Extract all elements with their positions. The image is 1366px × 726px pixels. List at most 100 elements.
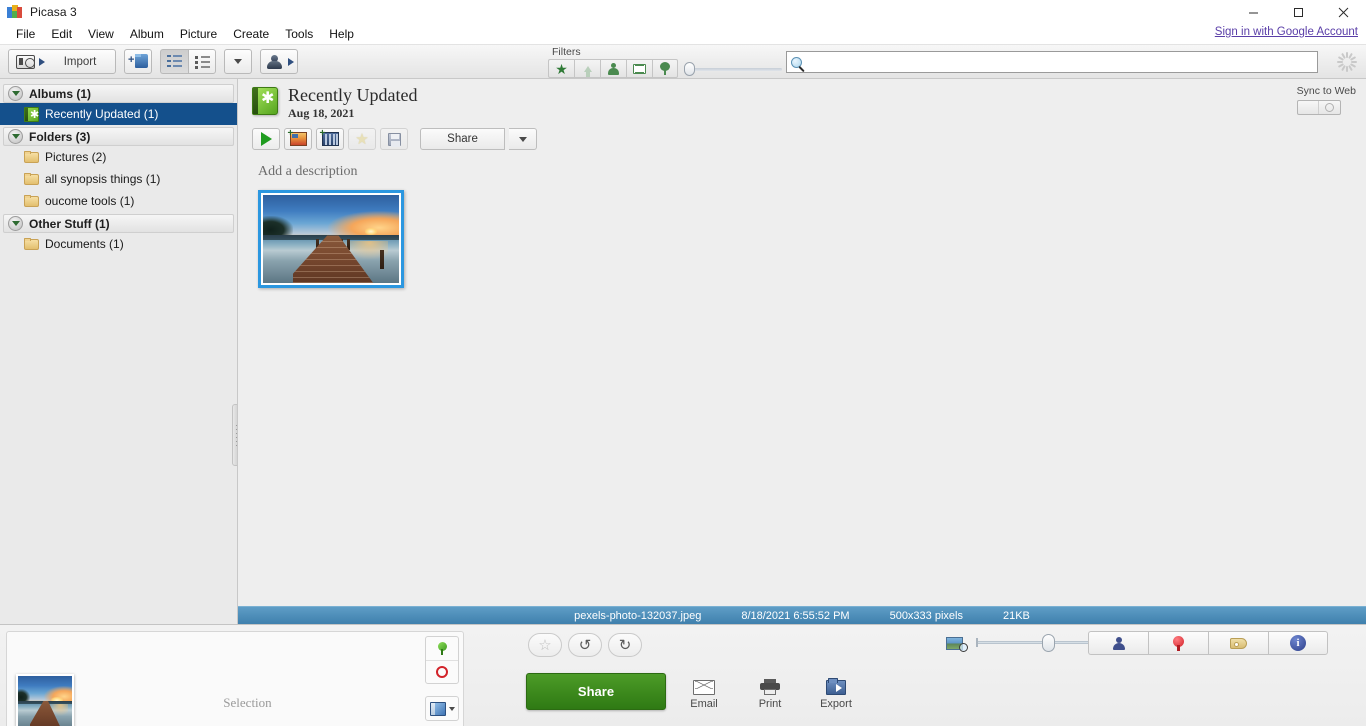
album-title: Recently Updated: [288, 85, 418, 105]
upload-button[interactable]: [260, 49, 298, 74]
sync-to-web-label: Sync to Web: [1296, 85, 1356, 97]
green-pin-icon: [437, 642, 447, 655]
share-dropdown-button[interactable]: [509, 128, 537, 150]
magnifier-icon: [791, 56, 802, 68]
sidebar-item-label: oucome tools (1): [45, 194, 135, 208]
clear-selection-button[interactable]: [426, 660, 458, 683]
sidebar-section-albums[interactable]: Albums (1): [3, 84, 234, 103]
sidebar-section-folders[interactable]: Folders (3): [3, 127, 234, 146]
person-upload-icon: [265, 54, 285, 69]
filter-date-slider[interactable]: [684, 59, 782, 78]
menu-album[interactable]: Album: [122, 25, 172, 43]
menu-tools[interactable]: Tools: [277, 25, 321, 43]
view-options-dropdown[interactable]: [224, 49, 252, 74]
hold-pin-button[interactable]: [426, 637, 458, 660]
view-thumbs-button[interactable]: [188, 49, 216, 74]
sidebar-item-documents[interactable]: Documents (1): [0, 233, 237, 255]
export-label: Export: [820, 698, 852, 710]
info-view-button[interactable]: i: [1268, 631, 1328, 655]
close-button[interactable]: [1321, 0, 1366, 24]
album-action-bar: + + ★ Share: [238, 120, 1366, 150]
play-icon: [260, 132, 272, 146]
info-icon: i: [1290, 635, 1306, 651]
star-button[interactable]: ★: [348, 128, 376, 150]
menu-picture[interactable]: Picture: [172, 25, 225, 43]
selection-thumbnail[interactable]: [16, 674, 74, 726]
view-list-button[interactable]: [160, 49, 188, 74]
chevron-down-icon[interactable]: [8, 86, 23, 101]
sidebar-item-oucome-tools[interactable]: oucome tools (1): [0, 190, 237, 212]
sync-to-web-toggle[interactable]: [1296, 100, 1341, 115]
add-to-album-button[interactable]: [426, 697, 458, 720]
menu-file[interactable]: File: [8, 25, 43, 43]
blue-album-icon: [429, 701, 446, 716]
selection-tray: Selection: [0, 625, 470, 726]
print-button[interactable]: Print: [742, 679, 798, 710]
status-filename: pexels-photo-132037.jpeg: [574, 609, 702, 622]
map-pin-icon: [660, 62, 670, 75]
rotate-left-button[interactable]: ↺: [568, 633, 602, 657]
print-label: Print: [758, 698, 782, 710]
menu-create[interactable]: Create: [225, 25, 277, 43]
search-box[interactable]: [786, 51, 1318, 73]
green-album-icon: [252, 87, 278, 115]
rotate-ccw-icon: ↺: [578, 636, 592, 654]
sidebar-section-other-stuff[interactable]: Other Stuff (1): [3, 214, 234, 233]
share-button[interactable]: Share: [420, 128, 505, 150]
view-mode-group: [160, 49, 216, 74]
album-date: Aug 18, 2021: [288, 106, 355, 120]
save-button[interactable]: [380, 128, 408, 150]
red-circle-icon: [436, 666, 448, 678]
zoom-slider-knob[interactable]: [1041, 634, 1055, 652]
add-folder-button[interactable]: +: [124, 49, 152, 74]
sidebar-item-label: Recently Updated (1): [45, 107, 159, 121]
filter-geotag-button[interactable]: [652, 59, 678, 78]
chevron-down-icon[interactable]: [8, 216, 23, 231]
sidebar-item-all-synopsis-things[interactable]: all synopsis things (1): [0, 168, 237, 190]
menu-edit[interactable]: Edit: [43, 25, 80, 43]
status-filesize: 21KB: [1002, 609, 1030, 622]
email-button[interactable]: Email: [676, 680, 732, 710]
people-view-button[interactable]: [1088, 631, 1148, 655]
chevron-down-icon[interactable]: [8, 129, 23, 144]
photo-grid: [238, 180, 1366, 288]
search-input[interactable]: [802, 55, 1317, 69]
window-title: Picasa 3: [30, 5, 77, 19]
import-button[interactable]: Import: [8, 49, 116, 74]
sign-in-link[interactable]: Sign in with Google Account: [1215, 26, 1358, 38]
menu-view[interactable]: View: [80, 25, 122, 43]
chevron-right-icon: [287, 57, 294, 66]
photo-thumbnail[interactable]: [258, 190, 404, 288]
export-button[interactable]: Export: [808, 678, 864, 710]
rotate-right-button[interactable]: ↻: [608, 633, 642, 657]
star-toggle-button[interactable]: ☆: [528, 633, 562, 657]
add-movie-button[interactable]: +: [316, 128, 344, 150]
sidebar-item-recently-updated[interactable]: Recently Updated (1): [0, 103, 237, 125]
sidebar-item-label: all synopsis things (1): [45, 172, 161, 186]
sidebar-item-pictures[interactable]: Pictures (2): [0, 146, 237, 168]
main-toolbar: Import + Filters ★: [0, 45, 1366, 79]
email-label: Email: [690, 698, 718, 710]
rotate-cw-icon: ↻: [618, 636, 632, 654]
filter-upload-button[interactable]: [574, 59, 600, 78]
chevron-down-icon: [518, 136, 527, 142]
filter-star-button[interactable]: ★: [548, 59, 574, 78]
menu-help[interactable]: Help: [321, 25, 362, 43]
minimize-button[interactable]: [1231, 0, 1276, 24]
slider-knob[interactable]: [684, 62, 695, 76]
add-photo-button[interactable]: +: [284, 128, 312, 150]
share-big-button[interactable]: Share: [526, 673, 666, 710]
maximize-button[interactable]: [1276, 0, 1321, 24]
slideshow-button[interactable]: [252, 128, 280, 150]
star-icon: ★: [555, 60, 568, 77]
green-album-icon: [24, 106, 39, 122]
title-bar: Picasa 3: [0, 0, 1366, 24]
bottom-tools: ☆ ↺ ↻ Share Email Print Export i: [470, 625, 1366, 726]
photo-image-pier-sunset-small: [18, 676, 72, 726]
places-view-button[interactable]: [1148, 631, 1208, 655]
filter-faces-button[interactable]: [600, 59, 626, 78]
tags-view-button[interactable]: [1208, 631, 1268, 655]
filter-movies-button[interactable]: [626, 59, 652, 78]
folder-icon: [24, 151, 39, 163]
album-description-field[interactable]: Add a description: [238, 150, 1366, 180]
